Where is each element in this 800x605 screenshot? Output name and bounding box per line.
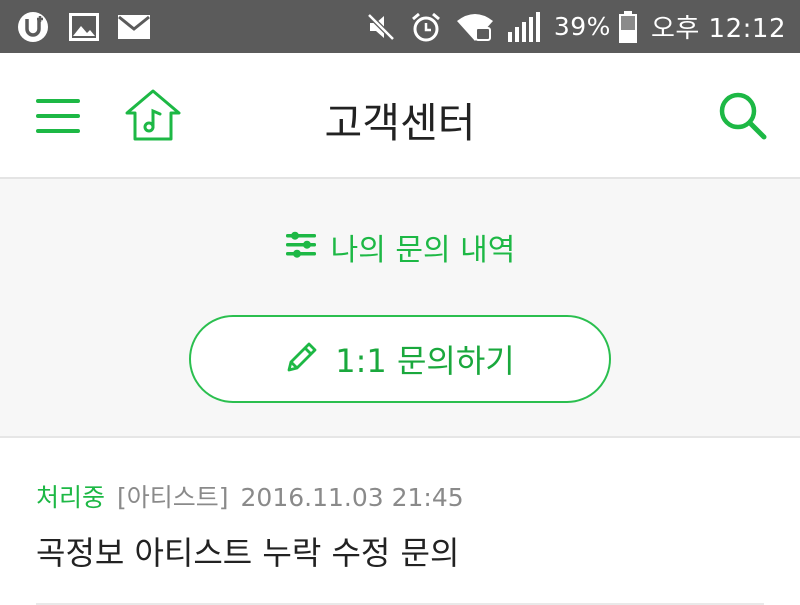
battery-icon xyxy=(618,10,637,43)
inquiry-button-label: 1:1 문의하기 xyxy=(335,342,515,380)
one-to-one-inquiry-button[interactable]: 1:1 문의하기 xyxy=(189,315,611,403)
image-icon xyxy=(68,12,100,42)
page-title: 고객센터 xyxy=(324,99,476,147)
my-inquiries-link[interactable]: 나의 문의 내역 xyxy=(0,225,800,269)
pencil-icon xyxy=(285,340,319,378)
inquiry-title: 곡정보 아티스트 누락 수정 문의 xyxy=(36,534,460,572)
signal-icon xyxy=(507,11,540,42)
inquiry-category: [아티스트] xyxy=(117,483,229,512)
filter-sliders-icon xyxy=(285,229,317,265)
wifi-icon xyxy=(456,12,494,42)
my-inquiries-label: 나의 문의 내역 xyxy=(330,233,516,268)
status-badge: 처리중 xyxy=(36,483,106,512)
status-bar: 39% 오후 12:12 xyxy=(0,0,800,53)
app-header: 고객센터 xyxy=(0,53,800,179)
inquiry-meta: 처리중 [아티스트] 2016.11.03 21:45 xyxy=(36,478,464,514)
clock: 오후 12:12 xyxy=(650,14,786,44)
list-item[interactable]: 처리중 [아티스트] 2016.11.03 21:45 곡정보 아티스트 누락 … xyxy=(0,438,800,605)
mail-icon xyxy=(118,14,150,39)
uplus-icon xyxy=(16,10,50,44)
inquiry-date: 2016.11.03 21:45 xyxy=(240,483,464,512)
mute-icon xyxy=(366,12,396,42)
search-icon xyxy=(719,92,767,140)
alarm-icon xyxy=(410,11,442,43)
battery-percent: 39% xyxy=(553,12,611,41)
search-button[interactable] xyxy=(716,89,770,143)
